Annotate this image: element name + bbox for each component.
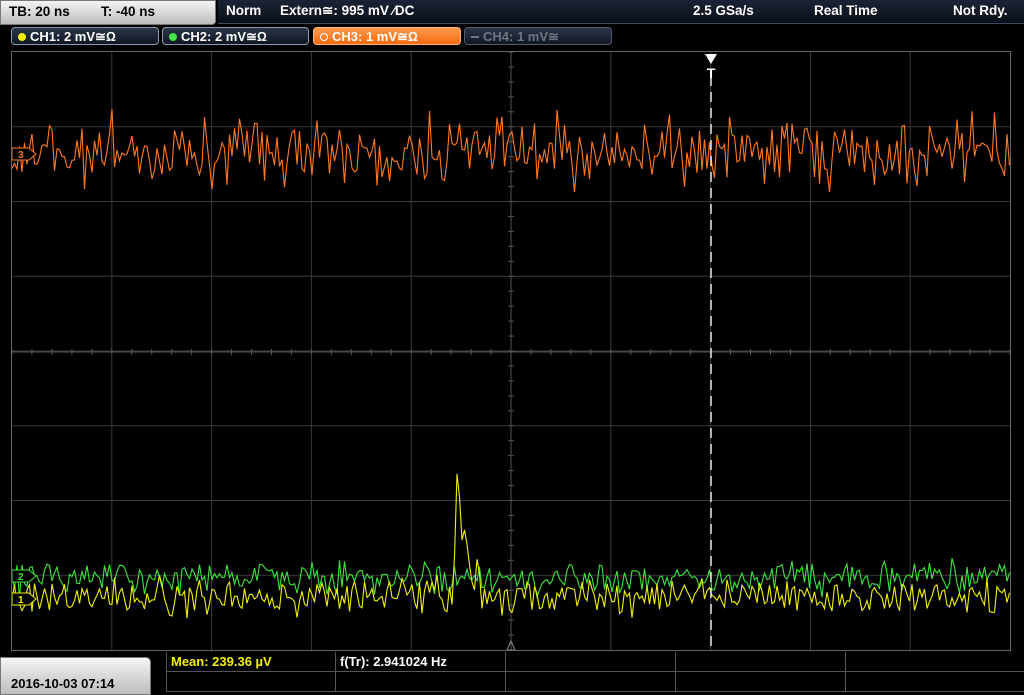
ch3-dot-icon — [320, 33, 328, 41]
meas-slot-10[interactable] — [846, 672, 1024, 692]
meas-slot-8[interactable] — [506, 672, 676, 692]
waveform-display[interactable]: T 3 2 1 — [11, 51, 1011, 651]
datetime-panel: 2016-10-03 07:14 — [0, 657, 151, 695]
ch1-dot-icon — [18, 33, 26, 41]
trigger-marker-icon[interactable] — [705, 54, 717, 64]
datetime-readout: 2016-10-03 07:14 — [11, 676, 115, 691]
trigger-time-readout: T: -40 ns — [101, 4, 156, 19]
freq-measurement: f(Tr): 2.941024 Hz — [340, 654, 447, 669]
ch3-marker-label: 3 — [18, 150, 24, 161]
bottom-bar: 2016-10-03 07:14 Mean: 239.36 µV f(Tr): … — [0, 652, 1024, 695]
freq-cell[interactable]: f(Tr): 2.941024 Hz — [336, 652, 506, 672]
tab-ch2[interactable]: CH2: 2 mV≅Ω — [162, 27, 309, 45]
mean-cell[interactable]: Mean: 239.36 µV — [166, 652, 336, 672]
tab-ch4[interactable]: CH4: 1 mV≅ — [464, 27, 612, 45]
ch1-label: CH1: 2 mV≅Ω — [30, 29, 116, 44]
acquisition-mode: Real Time — [814, 3, 878, 18]
trigger-source: Extern≅: 995 mV ∕DC — [280, 3, 415, 18]
ch2-marker-label: 2 — [18, 572, 24, 583]
tab-ch3[interactable]: CH3: 1 mV≅Ω — [313, 27, 461, 45]
meas-slot-3[interactable] — [506, 652, 676, 672]
trigger-panel[interactable]: Norm Extern≅: 995 mV ∕DC 2.5 GSa/s Real … — [218, 0, 1024, 24]
ch2-offset-marker[interactable]: 2 — [12, 569, 37, 583]
timebase-readout: TB: 20 ns — [9, 4, 70, 19]
tab-ch1[interactable]: CH1: 2 mV≅Ω — [11, 27, 159, 45]
ch4-dash-icon — [471, 36, 479, 38]
status-bar: TB: 20 ns T: -40 ns Norm Extern≅: 995 mV… — [0, 0, 1024, 25]
ch3-offset-marker[interactable]: 3 — [12, 147, 37, 161]
timebase-panel[interactable]: TB: 20 ns T: -40 ns — [0, 0, 216, 25]
ch2-dot-icon — [169, 33, 177, 41]
ch1-marker-label: 1 — [18, 595, 24, 606]
meas-slot-7[interactable] — [336, 672, 506, 692]
waveform-plot: T 3 2 1 — [12, 52, 1010, 650]
meas-slot-9[interactable] — [676, 672, 846, 692]
ch4-label: CH4: 1 mV≅ — [483, 29, 559, 44]
meas-slot-6[interactable] — [166, 672, 336, 692]
sample-rate: 2.5 GSa/s — [693, 3, 754, 18]
channel-row: CH1: 2 mV≅Ω CH2: 2 mV≅Ω CH3: 1 mV≅Ω CH4:… — [0, 25, 1024, 49]
ch3-label: CH3: 1 mV≅Ω — [332, 29, 418, 44]
trigger-label: T — [707, 65, 716, 81]
meas-slot-5[interactable] — [846, 652, 1024, 672]
meas-slot-4[interactable] — [676, 652, 846, 672]
mean-measurement: Mean: 239.36 µV — [171, 654, 272, 669]
graticule — [12, 52, 1010, 650]
measurement-panel[interactable]: Mean: 239.36 µV f(Tr): 2.941024 Hz — [166, 652, 1024, 695]
trigger-mode: Norm — [226, 3, 262, 18]
ch2-label: CH2: 2 mV≅Ω — [181, 29, 267, 44]
ready-state: Not Rdy. — [953, 3, 1008, 18]
